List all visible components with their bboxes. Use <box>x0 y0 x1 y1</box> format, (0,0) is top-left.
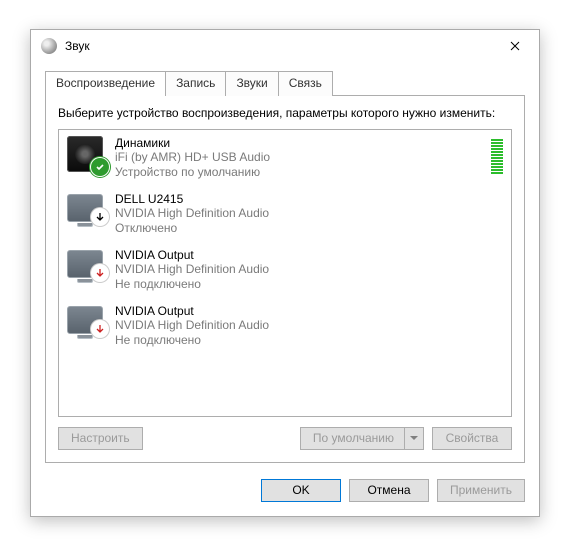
close-button[interactable] <box>493 32 537 60</box>
tab-panel-playback: Выберите устройство воспроизведения, пар… <box>45 95 525 463</box>
device-name: DELL U2415 <box>115 192 503 206</box>
sound-icon <box>41 38 57 54</box>
set-default-button[interactable]: По умолчанию <box>300 427 424 450</box>
tab-sounds[interactable]: Звуки <box>226 71 278 96</box>
tab-strip: Воспроизведение Запись Звуки Связь <box>45 71 525 96</box>
device-texts: Динамики iFi (by AMR) HD+ USB Audio Устр… <box>111 136 491 180</box>
device-list[interactable]: Динамики iFi (by AMR) HD+ USB Audio Устр… <box>58 129 512 417</box>
device-action-row: Настроить По умолчанию Свойства <box>58 427 512 450</box>
device-icon-wrap <box>67 304 111 334</box>
device-desc: NVIDIA High Definition Audio <box>115 262 503 277</box>
unplugged-icon <box>91 320 109 338</box>
device-name: NVIDIA Output <box>115 304 503 318</box>
device-desc: NVIDIA High Definition Audio <box>115 318 503 333</box>
default-check-icon <box>91 158 109 176</box>
device-name: Динамики <box>115 136 491 150</box>
list-item[interactable]: NVIDIA Output NVIDIA High Definition Aud… <box>59 298 511 354</box>
device-status: Устройство по умолчанию <box>115 165 491 180</box>
device-icon-wrap <box>67 192 111 222</box>
cancel-button[interactable]: Отмена <box>349 479 429 502</box>
unplugged-icon <box>91 264 109 282</box>
device-texts: NVIDIA Output NVIDIA High Definition Aud… <box>111 248 503 292</box>
titlebar: Звук <box>31 30 539 62</box>
tab-playback[interactable]: Воспроизведение <box>45 71 166 96</box>
tab-recording[interactable]: Запись <box>166 71 226 96</box>
device-texts: NVIDIA Output NVIDIA High Definition Aud… <box>111 304 503 348</box>
dialog-button-row: OK Отмена Применить <box>45 475 525 502</box>
chevron-down-icon[interactable] <box>405 436 423 441</box>
device-status: Не подключено <box>115 277 503 292</box>
list-item[interactable]: NVIDIA Output NVIDIA High Definition Aud… <box>59 242 511 298</box>
device-desc: iFi (by AMR) HD+ USB Audio <box>115 150 491 165</box>
set-default-label: По умолчанию <box>313 431 394 445</box>
configure-button[interactable]: Настроить <box>58 427 143 450</box>
device-texts: DELL U2415 NVIDIA High Definition Audio … <box>111 192 503 236</box>
device-name: NVIDIA Output <box>115 248 503 262</box>
apply-button[interactable]: Применить <box>437 479 525 502</box>
level-meter-icon <box>491 136 503 174</box>
device-desc: NVIDIA High Definition Audio <box>115 206 503 221</box>
list-item[interactable]: Динамики iFi (by AMR) HD+ USB Audio Устр… <box>59 130 511 186</box>
tab-communications[interactable]: Связь <box>279 71 333 96</box>
instruction-text: Выберите устройство воспроизведения, пар… <box>58 106 512 121</box>
list-item[interactable]: DELL U2415 NVIDIA High Definition Audio … <box>59 186 511 242</box>
client-area: Воспроизведение Запись Звуки Связь Выбер… <box>31 62 539 516</box>
sound-settings-window: Звук Воспроизведение Запись Звуки Связь … <box>30 29 540 517</box>
device-status: Отключено <box>115 221 503 236</box>
properties-button[interactable]: Свойства <box>432 427 512 450</box>
device-icon-wrap <box>67 136 111 172</box>
disabled-icon <box>91 208 109 226</box>
device-status: Не подключено <box>115 333 503 348</box>
ok-button[interactable]: OK <box>261 479 341 502</box>
device-icon-wrap <box>67 248 111 278</box>
window-title: Звук <box>65 39 493 53</box>
